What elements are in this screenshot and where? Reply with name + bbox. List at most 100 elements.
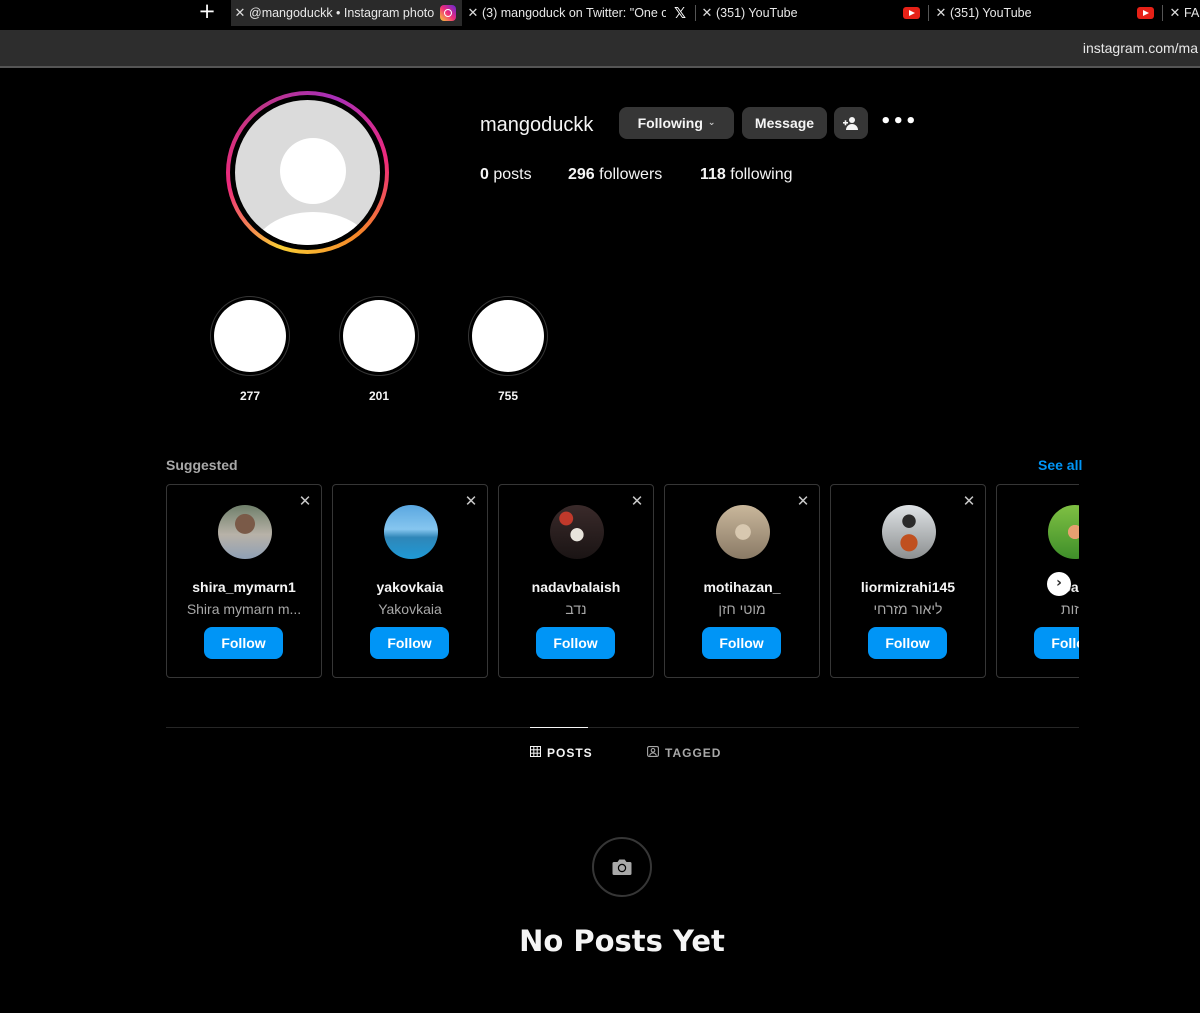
highlight-cover-ring [210, 296, 290, 376]
posts-count-number: 0 [480, 166, 489, 183]
tab-posts[interactable]: POSTS [530, 746, 593, 760]
instagram-icon [440, 5, 456, 21]
tab-tagged[interactable]: TAGGED [647, 746, 721, 760]
camera-icon [612, 859, 632, 875]
following-button[interactable]: Following ⌄ [619, 107, 734, 139]
suggested-username[interactable]: nadavbalaish [503, 579, 649, 595]
story-highlight[interactable]: 277 [210, 296, 290, 403]
suggested-avatar[interactable] [882, 505, 936, 559]
suggested-fullname: מוטי חזן [718, 601, 766, 617]
more-options-icon[interactable]: ••• [880, 110, 917, 136]
tab-title: FA [1184, 6, 1200, 20]
tab-posts-label: POSTS [547, 746, 593, 760]
close-tab-icon[interactable]: ✕ [698, 5, 716, 21]
story-highlight[interactable]: 201 [339, 296, 419, 403]
no-posts-heading: No Posts Yet [519, 924, 725, 958]
highlight-cover-ring [468, 296, 548, 376]
suggested-fullname: זוזות [1061, 601, 1079, 617]
see-all-link[interactable]: See all [1038, 457, 1082, 473]
youtube-icon [903, 7, 920, 19]
highlight-label: 755 [497, 389, 519, 403]
dismiss-icon[interactable]: ✕ [463, 493, 479, 509]
suggested-avatar[interactable] [218, 505, 272, 559]
youtube-icon [1137, 7, 1154, 19]
suggested-username[interactable]: yakovkaia [337, 579, 483, 595]
followers-count-label: followers [594, 166, 663, 183]
chevron-down-icon: ⌄ [707, 118, 716, 128]
camera-icon-circle [592, 837, 652, 897]
dismiss-icon[interactable]: ✕ [629, 493, 645, 509]
highlight-cover-ring [339, 296, 419, 376]
tab-title: (351) YouTube [950, 6, 1032, 20]
suggested-card: ✕ shira_mymarn1 Shira mymarn m... Follow [166, 484, 322, 678]
tab-title: (3) mangoduck on Twitter: "One of [482, 6, 666, 20]
followers-count[interactable]: 296 followers [568, 166, 662, 184]
profile-avatar-story-ring[interactable] [226, 91, 389, 254]
suggested-avatar[interactable] [384, 505, 438, 559]
follow-button[interactable]: Follow [702, 627, 781, 659]
suggested-card: ✕ nadavbalaish נדב Follow [498, 484, 654, 678]
close-tab-icon[interactable]: ✕ [464, 5, 482, 21]
suggested-avatar[interactable] [550, 505, 604, 559]
dismiss-icon[interactable]: ✕ [795, 493, 811, 509]
profile-username: mangoduckk [480, 114, 594, 136]
story-highlight[interactable]: 755 [468, 296, 548, 403]
active-tab-indicator [530, 727, 588, 728]
follow-button[interactable]: Follow [204, 627, 283, 659]
add-user-icon [843, 117, 858, 130]
dismiss-icon[interactable]: ✕ [297, 493, 313, 509]
tab-separator [1162, 5, 1163, 21]
new-tab-button[interactable]: + [196, 1, 218, 23]
following-count[interactable]: 118 following [700, 166, 793, 184]
suggested-username[interactable]: motihazan_ [669, 579, 815, 595]
tab-title: (351) YouTube [716, 6, 798, 20]
tab-separator [695, 5, 696, 21]
default-avatar-body [253, 212, 373, 245]
suggested-fullname: Shira mymarn m... [186, 601, 302, 617]
suggested-heading: Suggested [166, 457, 238, 473]
posts-count-label: posts [488, 166, 532, 183]
dismiss-icon[interactable]: ✕ [961, 493, 977, 509]
suggested-carousel: ✕ shira_mymarn1 Shira mymarn m... Follow… [166, 484, 1079, 679]
suggested-username[interactable]: shira_mymarn1 [171, 579, 317, 595]
following-count-label: following [725, 166, 793, 183]
tabs-divider [166, 727, 1079, 728]
posts-count[interactable]: 0 posts [480, 166, 532, 184]
suggested-username[interactable]: liormizrahi145 [835, 579, 981, 595]
highlight-cover [472, 300, 544, 372]
browser-tab-bar: + ✕ @mangoduckk • Instagram photos ✕ (3)… [0, 0, 1200, 26]
suggested-fullname: Yakovkaia [378, 601, 442, 617]
highlight-cover [214, 300, 286, 372]
x-twitter-icon: 𝕏 [673, 4, 687, 22]
follow-button[interactable]: Follow [868, 627, 947, 659]
highlight-label: 277 [239, 389, 261, 403]
url-text[interactable]: instagram.com/ma [1083, 40, 1198, 56]
follow-button[interactable]: Follow [1034, 627, 1079, 659]
tab-title: @mangoduckk • Instagram photos [249, 6, 434, 20]
tab-tagged-label: TAGGED [665, 746, 722, 760]
suggested-avatar[interactable] [716, 505, 770, 559]
profile-avatar[interactable] [235, 100, 380, 245]
close-tab-icon[interactable]: ✕ [231, 5, 249, 21]
browser-tab-youtube[interactable]: ✕ (351) YouTube [698, 0, 926, 26]
browser-tab-youtube-2[interactable]: ✕ (351) YouTube [932, 0, 1160, 26]
suggested-fullname: נדב [565, 601, 587, 617]
suggested-card: ✕ liormizrahi145 ליאור מזרחי Follow [830, 484, 986, 678]
address-bar[interactable]: instagram.com/ma [0, 30, 1200, 68]
chevron-right-icon[interactable]: › [1047, 572, 1071, 596]
follow-button[interactable]: Follow [370, 627, 449, 659]
follow-button[interactable]: Follow [536, 627, 615, 659]
browser-tab-partial[interactable]: ✕ FA [1166, 0, 1200, 26]
message-button[interactable]: Message [742, 107, 827, 139]
suggest-users-button[interactable] [834, 107, 868, 139]
suggested-fullname: ליאור מזרחי [873, 601, 943, 617]
browser-tab-twitter[interactable]: ✕ (3) mangoduck on Twitter: "One of 𝕏 [464, 0, 694, 26]
highlight-label: 201 [368, 389, 390, 403]
close-tab-icon[interactable]: ✕ [1166, 5, 1184, 21]
tab-separator [928, 5, 929, 21]
suggested-avatar[interactable] [1048, 505, 1079, 559]
suggested-card: ✕ motihazan_ מוטי חזן Follow [664, 484, 820, 678]
followers-count-number: 296 [568, 166, 595, 183]
browser-tab-instagram[interactable]: ✕ @mangoduckk • Instagram photos [231, 0, 462, 26]
close-tab-icon[interactable]: ✕ [932, 5, 950, 21]
